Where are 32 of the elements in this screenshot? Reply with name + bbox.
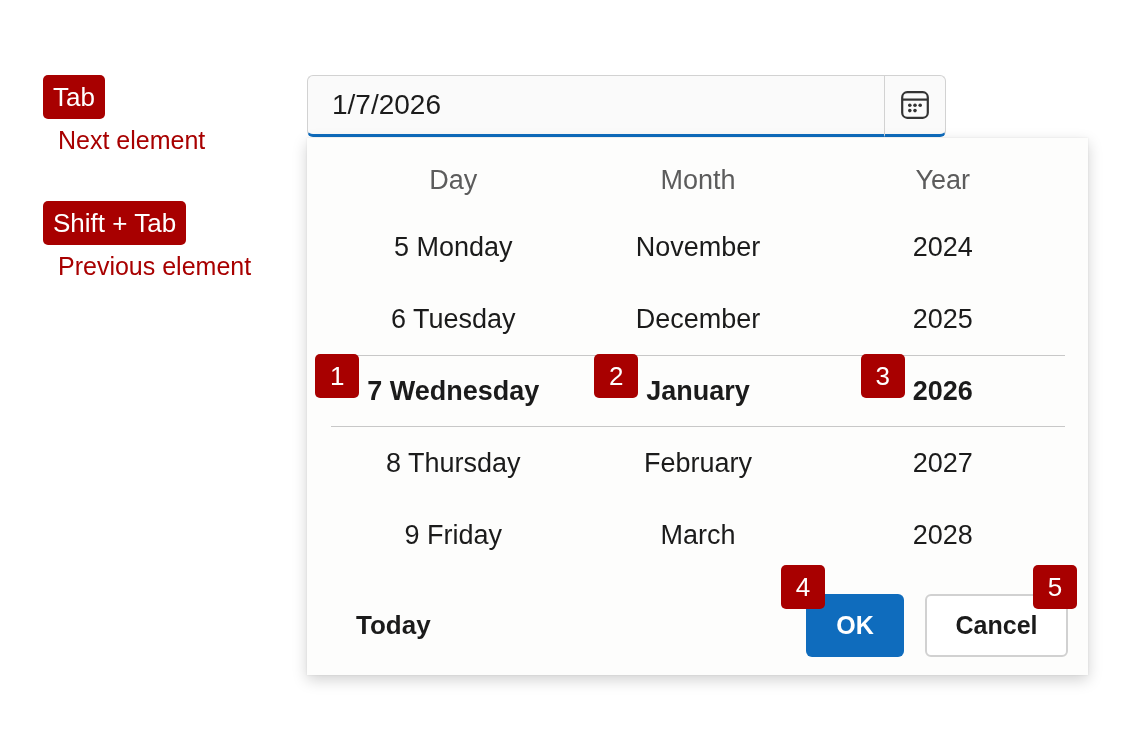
shortcut-description: Next element [58,125,206,155]
calendar-icon [901,91,929,119]
picker-option[interactable]: March [660,520,736,550]
step-number: 2 [594,354,639,398]
date-input[interactable]: 1/7/2026 [307,75,884,137]
picker-option[interactable]: 5 Monday [394,232,513,262]
picker-option[interactable]: December [635,304,761,334]
step-number: 3 [860,354,905,398]
picker-option[interactable]: 7 Wednesday [367,376,540,406]
calendar-button[interactable] [884,75,946,137]
picker-option[interactable]: January [646,376,750,406]
picker-option[interactable]: 8 Thursday [386,448,521,478]
picker-option[interactable]: 6 Tuesday [391,304,516,334]
shortcut-key: Tab [43,75,105,119]
picker-option[interactable]: November [635,232,761,262]
picker-option[interactable]: February [643,448,752,478]
shortcut-description: Previous element [58,251,252,281]
shortcut-key: Shift + Tab [43,201,187,245]
picker-option[interactable]: 2026 [912,376,973,406]
picker-option[interactable]: 2028 [912,520,973,550]
column-header: Year [914,163,971,197]
step-number: 4 [781,565,825,609]
step-number: 5 [1033,565,1077,609]
picker-option[interactable]: 2024 [912,232,973,262]
picker-option[interactable]: 9 Friday [404,520,503,550]
step-number: 1 [315,354,360,398]
confirm-button[interactable]: OK [806,594,904,657]
column-header: Day [428,163,479,197]
picker-option[interactable]: 2027 [912,448,973,478]
today-button[interactable]: Today [331,594,431,657]
picker-option[interactable]: 2025 [912,304,973,334]
column-header: Month [659,163,737,197]
